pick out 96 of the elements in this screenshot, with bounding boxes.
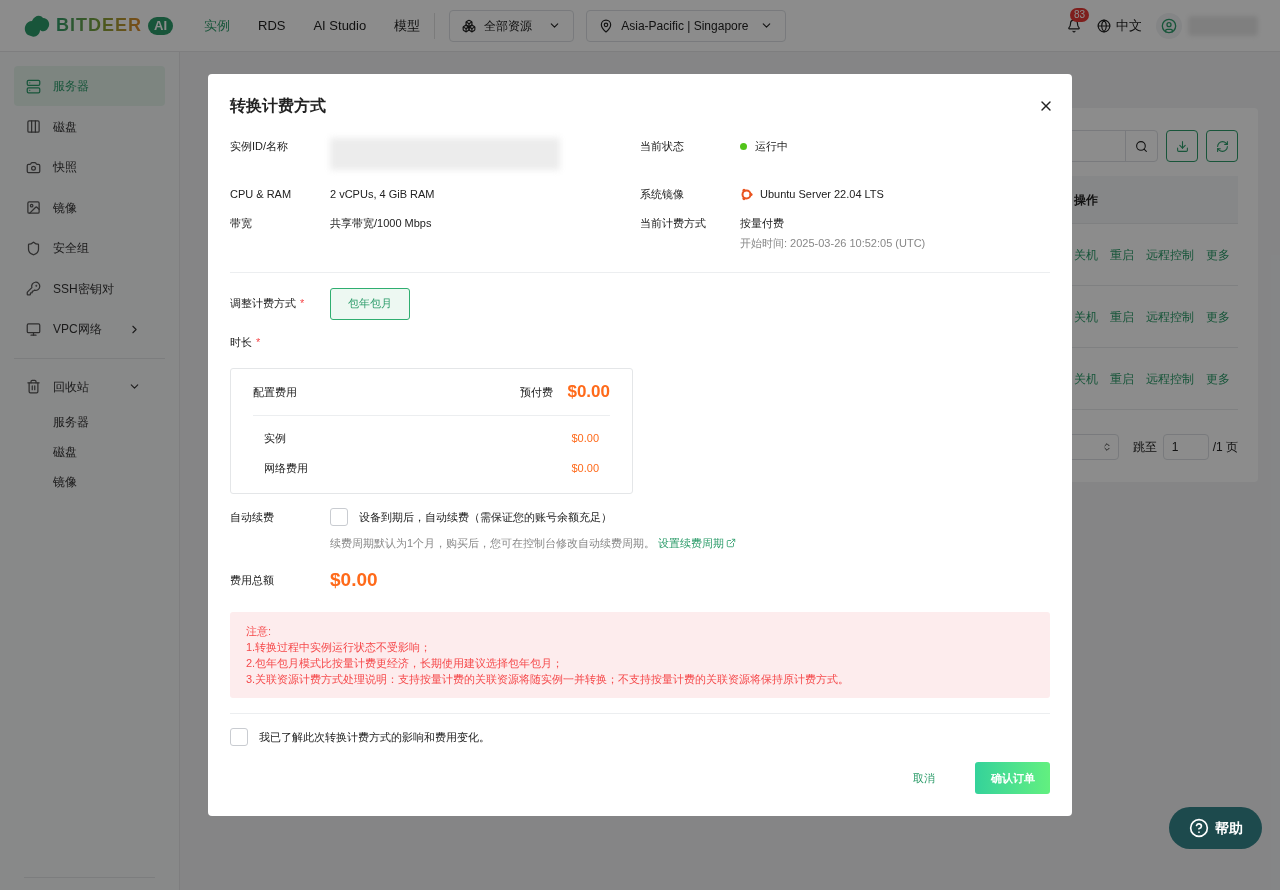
auto-renew-checkbox[interactable]: [330, 508, 348, 526]
action-link[interactable]: 重启: [1110, 307, 1134, 326]
notice-text: 注意:: [246, 624, 273, 639]
info-value: 共享带宽/1000 Mbps: [330, 215, 432, 231]
field-label: 时长: [230, 334, 252, 350]
status-text: 运行中: [755, 139, 788, 154]
monitor-icon: [26, 321, 41, 337]
download-icon: [1175, 139, 1189, 153]
action-link[interactable]: 关机: [1074, 245, 1098, 264]
notice-text: 3.关联资源计费方式处理说明：支持按量计费的关联资源将随实例一并转换；不支持按量计费的关联资源将保持原计费方式。: [246, 672, 851, 687]
info-value: 2 vCPUs, 4 GiB RAM: [330, 187, 435, 202]
sidebar-subitem[interactable]: 磁盘: [14, 436, 165, 467]
acknowledge-checkbox[interactable]: [230, 728, 248, 746]
nav-tab[interactable]: RDS: [258, 15, 286, 36]
image-icon: [26, 200, 41, 215]
page-input[interactable]: 1: [1162, 434, 1209, 460]
action-link[interactable]: 更多: [1206, 307, 1230, 326]
field-label: 自动续费: [230, 510, 275, 525]
action-link[interactable]: 远程控制: [1146, 307, 1194, 326]
resources-icon: [462, 18, 477, 33]
required-mark: *: [300, 296, 305, 312]
help-icon: [1188, 818, 1209, 838]
info-label: 带宽: [230, 215, 253, 231]
location-icon: [599, 18, 614, 33]
prepaid-amount: $0.00: [567, 381, 610, 404]
refresh-icon: [1215, 139, 1229, 153]
prepaid-label: 预付费: [520, 384, 554, 400]
cancel-button[interactable]: 取消: [901, 762, 947, 794]
fee-label: 网络费用: [264, 460, 308, 476]
os-icon: [740, 187, 753, 201]
nav-tab[interactable]: 实例: [204, 15, 230, 36]
action-link[interactable]: 关机: [1074, 369, 1098, 388]
checkbox-label: 我已了解此次转换计费方式的影响和费用变化。: [259, 729, 490, 745]
shield-icon: [26, 240, 41, 256]
sidebar-item[interactable]: 快照: [14, 147, 165, 187]
fee-title: 配置费用: [253, 384, 297, 400]
notification-badge: 83: [1070, 7, 1090, 22]
info-value: Ubuntu Server 22.04 LTS: [760, 187, 884, 202]
jump-label: 跳至: [1132, 439, 1157, 456]
refresh-button[interactable]: [1206, 130, 1238, 162]
external-link-icon: [726, 538, 737, 549]
notice-text: 1.转换过程中实例运行状态不受影响；: [246, 640, 433, 655]
sidebar-item[interactable]: 镜像: [14, 187, 165, 228]
sort-icon: [1101, 442, 1112, 452]
fee-amount: $0.00: [571, 460, 599, 476]
required-mark: *: [256, 334, 261, 350]
info-label: 系统镜像: [640, 187, 685, 202]
action-link[interactable]: 远程控制: [1146, 369, 1194, 388]
language-label[interactable]: 中文: [1116, 15, 1142, 36]
region-select[interactable]: Asia-Pacific | Singapore: [586, 9, 787, 42]
user-icon[interactable]: [1161, 17, 1177, 34]
total-amount: $0.00: [330, 567, 378, 592]
key-icon: [26, 281, 41, 296]
notice-text: 2.包年包月模式比按量计费更经济，长期使用建议选择包年包月；: [246, 656, 565, 671]
search-icon[interactable]: [1135, 139, 1148, 153]
action-link[interactable]: 更多: [1206, 245, 1230, 264]
sidebar-subitem[interactable]: 服务器: [14, 406, 165, 437]
sidebar-item[interactable]: SSH密钥对: [14, 268, 165, 309]
fee-label: 实例: [264, 430, 286, 446]
sidebar-item[interactable]: 回收站: [14, 366, 165, 407]
language-icon[interactable]: [1097, 18, 1111, 33]
fee-amount: $0.00: [571, 430, 599, 446]
server-icon: [26, 78, 41, 94]
info-label: 实例ID/名称: [230, 139, 290, 154]
nav-tab[interactable]: AI Studio: [313, 15, 367, 36]
nav-tab[interactable]: 模型: [394, 15, 421, 36]
download-button[interactable]: [1166, 130, 1198, 162]
renew-hint: 续费周期默认为1个月，购买后，您可在控制台修改自动续费周期。: [330, 536, 656, 551]
action-link[interactable]: 远程控制: [1146, 245, 1194, 264]
trash-icon: [26, 379, 41, 394]
info-label: 当前计费方式: [640, 215, 707, 231]
field-label: 调整计费方式: [230, 296, 296, 312]
sidebar-item[interactable]: 安全组: [14, 228, 165, 268]
info-note: 开始时间: 2025-03-26 10:52:05 (UTC): [740, 236, 926, 251]
checkbox-label: 设备到期后，自动续费（需保证您的账号余额充足）: [359, 509, 612, 525]
info-label: CPU & RAM: [230, 187, 293, 202]
camera-icon: [26, 159, 41, 175]
sidebar-item[interactable]: VPC网络: [14, 309, 165, 349]
column-header: 操作: [1074, 191, 1098, 209]
action-link[interactable]: 重启: [1110, 369, 1134, 388]
total-pages: /1 页: [1212, 439, 1238, 456]
notification-icon[interactable]: [1067, 18, 1081, 33]
dialog-title: 转换计费方式: [230, 96, 326, 116]
logo-badge: AI: [148, 16, 173, 35]
action-link[interactable]: 更多: [1206, 369, 1230, 388]
action-link[interactable]: 关机: [1074, 307, 1098, 326]
info-label: 当前状态: [640, 139, 685, 154]
sidebar-subitem[interactable]: 镜像: [14, 466, 165, 497]
field-label: 费用总额: [230, 572, 275, 588]
resource-select[interactable]: 全部资源: [449, 9, 575, 42]
sidebar-item[interactable]: 磁盘: [14, 106, 165, 147]
renew-period-link[interactable]: 设置续费周期: [658, 535, 737, 552]
info-value: 按量付费: [740, 215, 785, 231]
billing-option[interactable]: 包年包月: [330, 287, 410, 320]
help-button[interactable]: 帮助: [1169, 807, 1262, 849]
action-link[interactable]: 重启: [1110, 245, 1134, 264]
